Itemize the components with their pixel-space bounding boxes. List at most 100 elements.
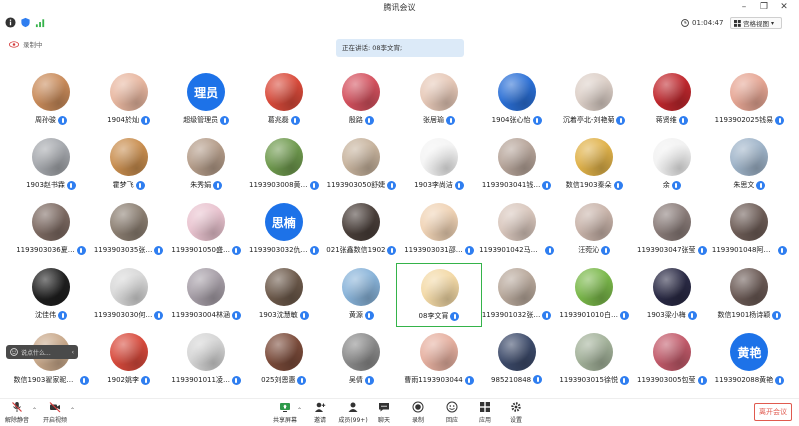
participant-tile[interactable]: 1193903015徐悦 (551, 328, 637, 392)
participant-tile[interactable]: 1193903035张… (86, 198, 172, 262)
share-screen-button[interactable]: 共享屏幕 (270, 401, 300, 425)
participant-tile[interactable]: 数信1903秦朵 (551, 133, 637, 197)
participant-tile[interactable]: 蒋贤维 (629, 68, 715, 132)
reactions-button[interactable]: 回应 (437, 401, 467, 425)
restore-icon[interactable]: ❐ (757, 1, 771, 14)
avatar-photo (730, 203, 769, 241)
avatar (421, 269, 459, 307)
minimize-icon[interactable]: – (737, 1, 751, 14)
participant-tile[interactable]: 1904於灿 (86, 68, 172, 132)
participant-tile[interactable]: 黄艳 1193902088黄艳 (706, 328, 792, 392)
microphone-icon (616, 115, 626, 125)
participant-tile[interactable]: 数信1903翟家昵119… (8, 328, 94, 392)
participant-name-row: 数信1903翟家昵119… (8, 375, 94, 385)
participant-name: 1903李尚洁 (414, 181, 453, 189)
record-button[interactable]: 录制 (403, 401, 433, 425)
participant-tile[interactable]: 1193903030何… (86, 263, 172, 327)
participant-tile[interactable]: 1903赵书霖 (8, 133, 94, 197)
participant-tile[interactable]: 1193903005包莹 (629, 328, 715, 392)
participant-name: 025刘恩惠 (261, 376, 296, 384)
participant-name: 1193901010白… (559, 311, 618, 319)
participant-tile[interactable]: 朱思文 (706, 133, 792, 197)
participant-tile[interactable]: 985210848 (474, 328, 560, 392)
participant-tile[interactable]: 1903梁小梅 (629, 263, 715, 327)
view-mode-button[interactable]: 宫格视图 ▾ (730, 17, 782, 29)
unmute-button[interactable]: 解除静音 (2, 401, 32, 425)
participant-tile[interactable]: 1193903004林涵 (163, 263, 249, 327)
participant-name: 数信1903翟家昵119… (13, 376, 78, 384)
avatar (109, 333, 148, 371)
unmute-label: 解除静音 (4, 417, 29, 424)
invite-button[interactable]: 邀请 (305, 401, 335, 425)
start-video-button[interactable]: 开启视频 (40, 401, 70, 425)
leave-meeting-button[interactable]: 离开会议 (754, 403, 792, 421)
participant-name: 1903梁小梅 (646, 311, 686, 319)
participant-name: 数信1901杨诗颖 (717, 311, 771, 319)
participant-tile[interactable]: 025刘恩惠 (241, 328, 327, 392)
chat-float[interactable]: 说点什么... ‹ (6, 345, 78, 359)
participant-tile[interactable]: 沈佳伟 (8, 263, 94, 327)
shield-icon[interactable] (20, 17, 31, 28)
participant-tile[interactable]: 021张鑫数信1902 (318, 198, 404, 262)
participant-tile[interactable]: 1193903008黄… (241, 133, 327, 197)
participant-tile[interactable]: 余 (629, 133, 715, 197)
participant-tile-active-speaker[interactable]: 08李文宵 (396, 263, 482, 327)
emoji-icon[interactable] (10, 348, 18, 356)
participant-tile[interactable]: 1193901050盛… (163, 198, 249, 262)
participant-name: 黄源 (348, 311, 363, 319)
avatar-photo (575, 268, 614, 306)
microphone-icon (697, 375, 707, 385)
participant-tile[interactable]: 1193901048阿依怕… (706, 198, 792, 262)
participant-tile[interactable]: 数信1901杨诗颖 (706, 263, 792, 327)
participant-tile[interactable]: 1193903031邵… (396, 198, 482, 262)
participant-tile[interactable]: 理员 超级管理员 (163, 68, 249, 132)
participant-tile[interactable]: 1193903036夏… (8, 198, 94, 262)
participant-tile[interactable]: 周孙骏 (8, 68, 94, 132)
chat-icon (379, 403, 389, 412)
participant-tile[interactable]: 吴倩 (318, 328, 404, 392)
participant-tile[interactable]: 1903李尚洁 (396, 133, 482, 197)
video-options-caret[interactable]: ⌃ (70, 407, 75, 414)
participant-name: 1193903005包莹 (637, 376, 696, 384)
settings-button[interactable]: 设置 (501, 401, 531, 425)
participant-tile[interactable]: 曹雨1193903044 (396, 328, 482, 392)
avatar (264, 73, 303, 111)
participant-tile[interactable]: 1193902025钱易 (706, 68, 792, 132)
participant-tile[interactable]: 1902姚李 (86, 328, 172, 392)
avatar (497, 138, 536, 176)
participant-tile[interactable]: 思楠 1193903032仇… (241, 198, 327, 262)
chat-button[interactable]: 聊天 (369, 401, 399, 425)
info-icon[interactable] (5, 17, 16, 28)
participant-name-row: 周孙骏 (8, 115, 94, 125)
apps-button[interactable]: 应用 (470, 401, 500, 425)
participant-tile[interactable]: 汪菀沁 (551, 198, 637, 262)
participant-tile[interactable]: 黄源 (318, 263, 404, 327)
participant-tile[interactable]: 1193901011凌… (163, 328, 249, 392)
participant-tile[interactable]: 1193903050舒婕 (318, 133, 404, 197)
avatar-photo (109, 268, 148, 306)
avatar-photo (420, 73, 458, 111)
close-icon[interactable]: ✕ (777, 1, 791, 14)
participant-tile[interactable]: 1193903047张莹 (629, 198, 715, 262)
participant-tile[interactable]: 1904张心怡 (474, 68, 560, 132)
participant-tile[interactable]: 朱秀娟 (163, 133, 249, 197)
status-row: 01:04:47 宫格视图 ▾ (0, 16, 799, 30)
participant-tile[interactable]: 霍梦飞 (86, 133, 172, 197)
chevron-left-icon[interactable]: ‹ (72, 349, 74, 356)
microphone-icon (775, 115, 785, 125)
participant-name-row: 1193903032仇… (241, 245, 327, 255)
mute-options-caret[interactable]: ⌃ (32, 407, 37, 414)
participant-tile[interactable]: 1193903041钱… (474, 133, 560, 197)
participant-tile[interactable]: 1193901042马泳儿 (474, 198, 560, 262)
participant-tile[interactable]: 1193901010白… (551, 263, 637, 327)
share-options-caret[interactable]: ⌃ (297, 407, 302, 414)
participant-tile[interactable]: 1193901032张… (474, 263, 560, 327)
members-button[interactable]: 成员(99+) (338, 401, 368, 425)
participant-tile[interactable]: 沉着亭北-刘艳菊 (551, 68, 637, 132)
participant-tile[interactable]: 1903沈慧敏 (241, 263, 327, 327)
participant-name-row: 张居瑜 (396, 115, 482, 125)
participant-tile[interactable]: 殷路 (318, 68, 404, 132)
avatar (264, 138, 303, 176)
participant-tile[interactable]: 葛兆磊 (241, 68, 327, 132)
participant-tile[interactable]: 张居瑜 (396, 68, 482, 132)
